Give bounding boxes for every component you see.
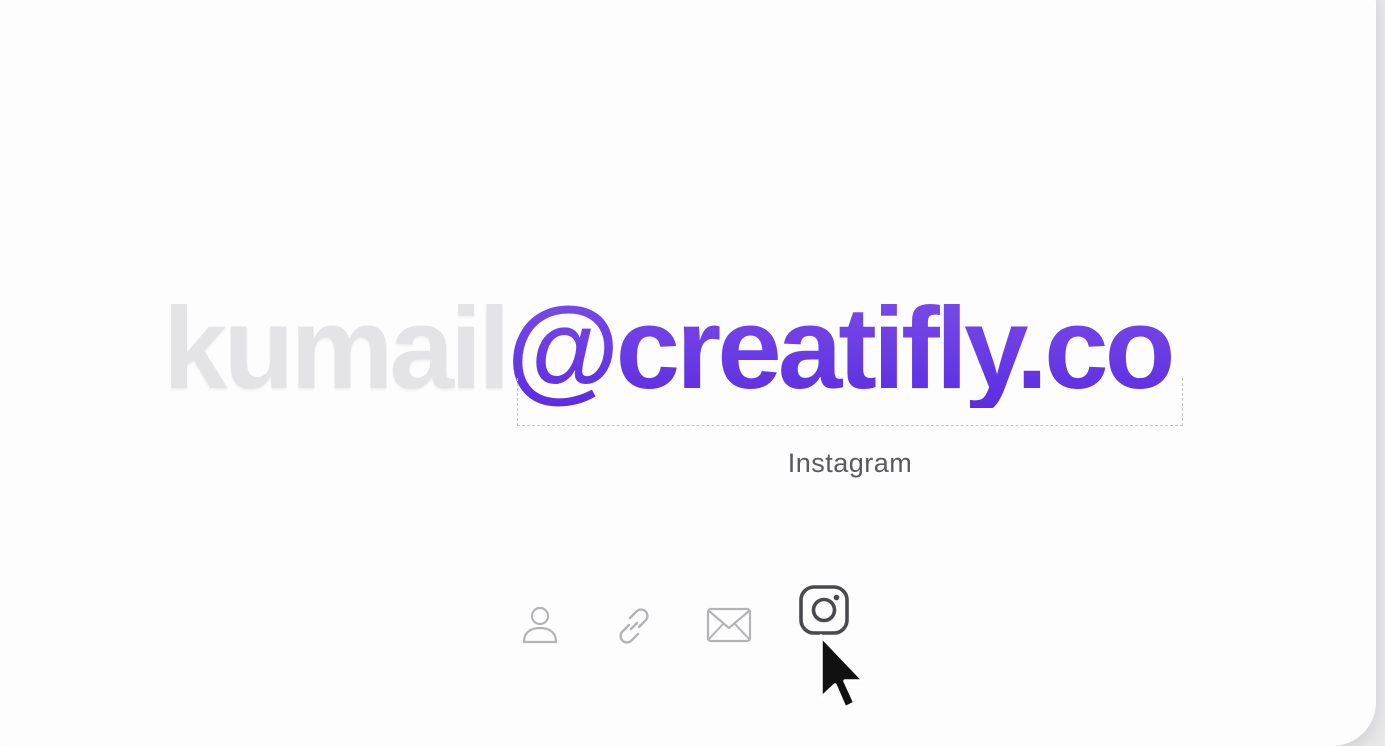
instagram-icon[interactable] xyxy=(798,584,850,636)
selection-outline xyxy=(517,378,1183,426)
mail-icon[interactable] xyxy=(706,606,752,644)
link-icon[interactable] xyxy=(610,602,658,650)
person-icon[interactable] xyxy=(520,604,560,646)
username-text: kumail xyxy=(163,283,510,413)
mouse-cursor-icon xyxy=(819,634,866,710)
hover-label: Instagram xyxy=(787,448,913,478)
